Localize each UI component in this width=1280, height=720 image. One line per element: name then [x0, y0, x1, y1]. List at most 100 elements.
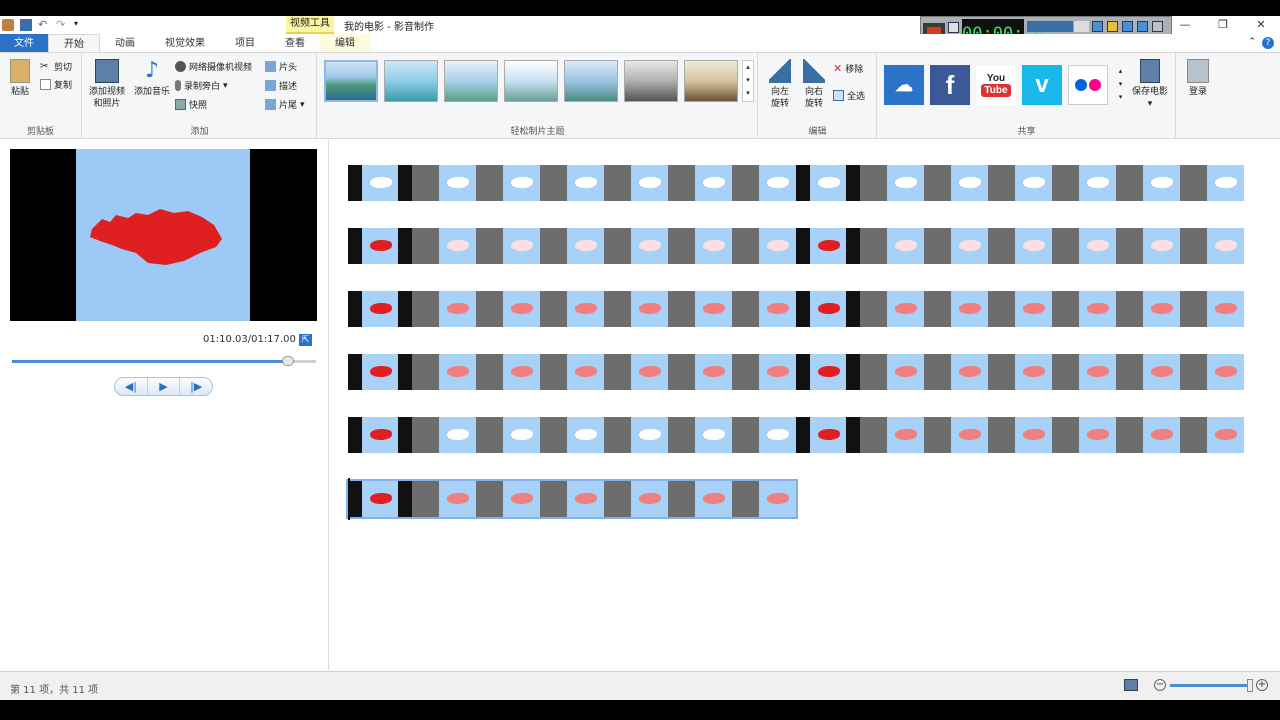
select-all-button[interactable]: 全选 — [833, 89, 865, 102]
storyboard-clip[interactable] — [348, 354, 1244, 390]
map-thumbnail — [1151, 303, 1173, 314]
undo-icon[interactable]: ↶ — [38, 19, 50, 31]
video-preview[interactable] — [10, 149, 317, 321]
vimeo-share-button[interactable]: v — [1022, 65, 1062, 105]
tab-visual-effects[interactable]: 视觉效果 — [150, 34, 220, 52]
add-music-button[interactable]: ♪ 添加音乐 — [131, 59, 173, 98]
tab-view[interactable]: 查看 — [270, 34, 320, 52]
play-button[interactable]: ▶ — [146, 378, 181, 395]
storyboard-clip[interactable] — [346, 479, 798, 519]
seek-bar[interactable] — [12, 356, 316, 366]
clip-frame — [604, 291, 668, 327]
title-button[interactable]: 片头 — [265, 60, 297, 73]
clip-frame — [668, 354, 732, 390]
window-controls: — ❐ ✕ — [1166, 16, 1280, 34]
sign-in-button[interactable]: 登录 — [1183, 59, 1213, 98]
close-button[interactable]: ✕ — [1242, 16, 1280, 34]
map-thumbnail — [818, 177, 840, 188]
theme-thumbnail[interactable] — [324, 60, 378, 102]
theme-thumbnail[interactable] — [684, 60, 738, 102]
seek-thumb[interactable] — [282, 356, 295, 366]
rotate-left-button[interactable]: 向左旋转 — [765, 59, 795, 110]
settings-icon[interactable] — [1122, 21, 1133, 32]
remove-button[interactable]: ✕ 移除 — [833, 62, 863, 75]
popout-preview-icon[interactable]: ⇱ — [299, 334, 312, 346]
map-thumbnail — [1151, 177, 1173, 188]
help-icon[interactable]: ? — [1262, 37, 1274, 49]
thumbnail-size-icon[interactable] — [1124, 679, 1138, 691]
theme-thumbnail[interactable] — [624, 60, 678, 102]
caption-button[interactable]: 描述 — [265, 79, 297, 92]
credits-button[interactable]: 片尾 ▾ — [265, 98, 305, 111]
flickr-share-button[interactable] — [1068, 65, 1108, 105]
record-narration-button[interactable]: 录制旁白 ▾ — [175, 79, 228, 92]
paste-button[interactable]: 粘贴 — [6, 59, 34, 98]
theme-thumbnail[interactable] — [564, 60, 618, 102]
close-recorder-icon[interactable] — [1152, 21, 1163, 32]
add-video-photos-button[interactable]: 添加视频和照片 — [87, 59, 127, 110]
clip-frame — [732, 481, 796, 517]
snapshot-button[interactable]: 快照 — [175, 98, 207, 111]
tab-file[interactable]: 文件 — [0, 34, 48, 52]
camera-icon[interactable] — [1092, 21, 1103, 32]
sign-in-label: 登录 — [1188, 87, 1207, 97]
map-thumbnail — [959, 240, 981, 251]
youtube-share-button[interactable]: You Tube — [976, 65, 1016, 105]
minimize-recorder-icon[interactable] — [1137, 21, 1148, 32]
theme-thumbnail[interactable] — [444, 60, 498, 102]
collapse-ribbon-icon[interactable]: ⌃ — [1248, 37, 1256, 47]
clip-frame — [476, 228, 540, 264]
minimize-button[interactable]: — — [1166, 16, 1204, 34]
save-movie-button[interactable]: 保存电影 ▾ — [1128, 59, 1172, 110]
storyboard-clip[interactable] — [348, 228, 1244, 264]
clip-frame — [604, 165, 668, 201]
tab-home[interactable]: 开始 — [48, 34, 100, 52]
clip-frame — [1052, 165, 1116, 201]
clip-frame — [1116, 417, 1180, 453]
playhead[interactable] — [348, 478, 350, 520]
zoom-thumb[interactable] — [1247, 678, 1254, 692]
zoom-out-button[interactable]: − — [1154, 679, 1166, 691]
theme-thumbnail[interactable] — [504, 60, 558, 102]
group-themes: ▴ ▾ ▾ 轻松制片主题 — [318, 53, 758, 139]
storyboard-clip[interactable] — [348, 417, 1244, 453]
webcam-video-button[interactable]: 网络摄像机视频 — [175, 60, 252, 73]
folder-icon[interactable] — [1107, 21, 1118, 32]
tab-project[interactable]: 项目 — [220, 34, 270, 52]
clip-frame — [540, 354, 604, 390]
redo-icon[interactable]: ↷ — [56, 19, 68, 31]
qat-dropdown-icon[interactable]: ▾ — [74, 19, 86, 31]
map-thumbnail — [575, 177, 597, 188]
copy-button[interactable]: 复制 — [40, 78, 72, 91]
title-icon — [265, 61, 276, 72]
map-thumbnail — [575, 366, 597, 377]
rotate-right-button[interactable]: 向右旋转 — [799, 59, 829, 110]
map-thumbnail — [511, 366, 533, 377]
next-frame-button[interactable]: |▶ — [180, 378, 212, 395]
storyboard-clip[interactable] — [348, 291, 1244, 327]
copy-label: 复制 — [54, 81, 73, 91]
map-thumbnail — [1023, 429, 1045, 440]
storyboard[interactable] — [331, 140, 1280, 670]
facebook-share-button[interactable]: f — [930, 65, 970, 105]
onedrive-share-button[interactable]: ☁ — [884, 65, 924, 105]
tab-edit[interactable]: 编辑 — [320, 34, 370, 52]
music-note-icon: ♪ — [144, 58, 160, 83]
restore-button[interactable]: ❐ — [1204, 16, 1242, 34]
theme-thumbnail[interactable] — [384, 60, 438, 102]
save-icon[interactable] — [20, 19, 32, 31]
share-scroll[interactable]: ▴ ▾ ▾ — [1116, 65, 1125, 105]
clip-frame — [1180, 291, 1244, 327]
cut-button[interactable]: ✂ 剪切 — [40, 60, 72, 73]
clip-frame — [348, 291, 412, 327]
storyboard-clip[interactable] — [348, 165, 1244, 201]
clip-frame — [348, 417, 412, 453]
next-frame-icon: |▶ — [190, 380, 203, 393]
zoom-in-button[interactable]: + — [1256, 679, 1268, 691]
timer-icon[interactable] — [948, 21, 959, 33]
themes-scroll[interactable]: ▴ ▾ ▾ — [742, 60, 754, 102]
previous-frame-button[interactable]: ◀| — [115, 378, 147, 395]
tab-animations[interactable]: 动画 — [100, 34, 150, 52]
map-thumbnail — [1087, 177, 1109, 188]
zoom-slider[interactable] — [1170, 678, 1254, 692]
